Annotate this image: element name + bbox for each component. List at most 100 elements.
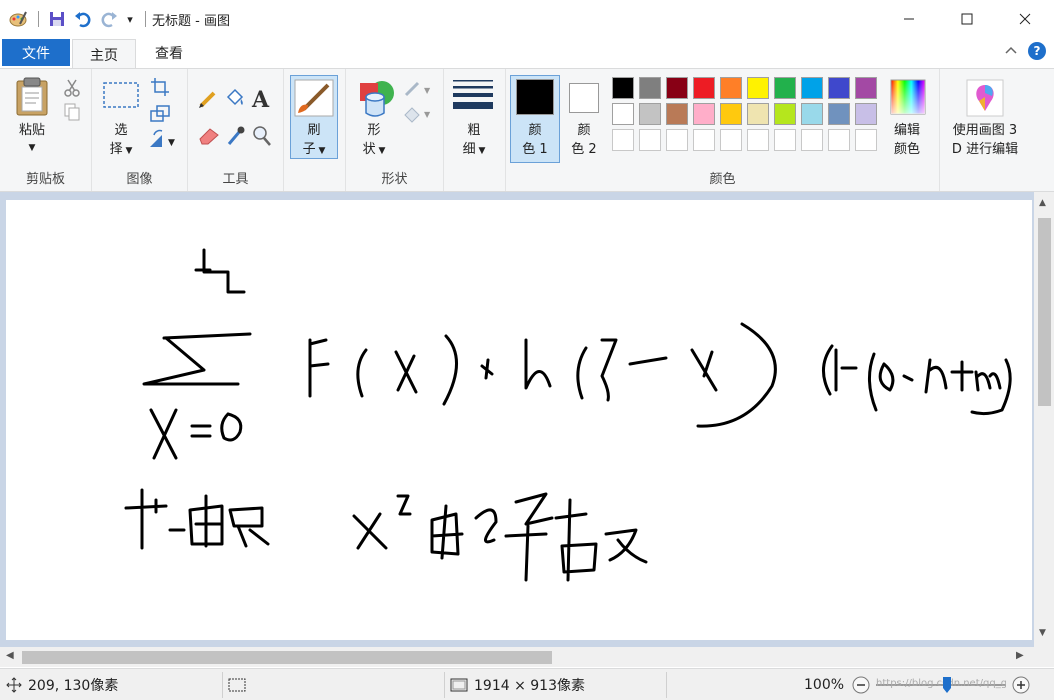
zoom-in-icon[interactable] bbox=[1012, 676, 1030, 694]
drawing-canvas[interactable] bbox=[6, 200, 1032, 640]
palette-color-swatch[interactable] bbox=[801, 103, 823, 125]
scroll-up-icon[interactable]: ▲ bbox=[1039, 198, 1046, 208]
paste-dropdown-icon[interactable]: ▼ bbox=[8, 139, 56, 158]
pencil-icon[interactable] bbox=[198, 89, 218, 113]
color2-label-2[interactable]: 色 2 bbox=[561, 140, 607, 159]
stroke-minus bbox=[628, 356, 668, 366]
horizontal-scrollbar[interactable]: ◀ ▶ bbox=[0, 647, 1034, 667]
rotate-icon[interactable]: ▼ bbox=[148, 129, 178, 153]
palette-color-swatch[interactable] bbox=[828, 103, 850, 125]
scroll-right-icon[interactable]: ▶ bbox=[1016, 650, 1024, 661]
paste-icon[interactable] bbox=[14, 77, 50, 121]
color1-label-1[interactable]: 颜 bbox=[510, 121, 560, 140]
shapes-label-2[interactable]: 状 ▼ bbox=[354, 140, 394, 161]
minimize-button[interactable] bbox=[880, 0, 938, 38]
paint3d-label-1[interactable]: 使用画图 3 bbox=[940, 121, 1030, 140]
brushes-label-1[interactable]: 刷 bbox=[290, 121, 338, 140]
color1-label-2[interactable]: 色 1 bbox=[510, 140, 560, 159]
tab-file[interactable]: 文件 bbox=[2, 39, 70, 66]
paint3d-icon[interactable] bbox=[966, 79, 1004, 121]
edit-colors-label-1[interactable]: 编辑 bbox=[878, 121, 936, 140]
size-icon[interactable] bbox=[452, 79, 494, 117]
color1-swatch[interactable] bbox=[516, 79, 554, 115]
select-button-label-1[interactable]: 选 bbox=[102, 121, 140, 140]
select-button-label-2[interactable]: 择 ▼ bbox=[102, 140, 140, 161]
size-label-1[interactable]: 粗 bbox=[450, 121, 498, 140]
close-button[interactable] bbox=[996, 0, 1054, 38]
zoom-slider[interactable]: https://blog.csdn.net/qq_gyi bbox=[876, 676, 1007, 694]
palette-color-swatch[interactable] bbox=[747, 103, 769, 125]
palette-color-swatch[interactable] bbox=[855, 77, 877, 99]
color2-swatch[interactable] bbox=[569, 83, 599, 113]
palette-color-swatch[interactable] bbox=[666, 103, 688, 125]
cursor-position-section: 209, 130像素 bbox=[6, 669, 118, 700]
undo-icon[interactable] bbox=[71, 7, 95, 31]
shapes-icon[interactable] bbox=[356, 79, 398, 123]
palette-color-swatch[interactable] bbox=[801, 129, 823, 151]
edit-colors-icon[interactable] bbox=[890, 79, 926, 119]
palette-color-swatch[interactable] bbox=[612, 77, 634, 99]
palette-color-swatch[interactable] bbox=[855, 103, 877, 125]
magnifier-icon[interactable] bbox=[252, 125, 272, 151]
cursor-position-text: 209, 130像素 bbox=[28, 678, 119, 694]
stroke-x-3 bbox=[352, 512, 388, 550]
palette-color-swatch[interactable] bbox=[774, 129, 796, 151]
help-icon[interactable]: ? bbox=[1028, 42, 1046, 60]
palette-color-swatch[interactable] bbox=[693, 77, 715, 99]
tab-home[interactable]: 主页 bbox=[72, 39, 136, 69]
eraser-icon[interactable] bbox=[198, 127, 220, 149]
brushes-label-2[interactable]: 子 ▼ bbox=[290, 140, 338, 161]
save-icon[interactable] bbox=[45, 7, 69, 31]
palette-color-swatch[interactable] bbox=[774, 77, 796, 99]
palette-color-swatch[interactable] bbox=[666, 77, 688, 99]
crop-icon[interactable] bbox=[150, 77, 170, 101]
vertical-scroll-thumb[interactable] bbox=[1038, 218, 1051, 406]
fill-shape-icon[interactable]: ▼ bbox=[402, 105, 434, 127]
color-picker-icon[interactable] bbox=[226, 125, 246, 151]
scroll-left-icon[interactable]: ◀ bbox=[6, 650, 14, 661]
palette-color-swatch[interactable] bbox=[801, 77, 823, 99]
customize-quick-access-button[interactable]: ▾ bbox=[123, 7, 137, 31]
palette-color-swatch[interactable] bbox=[720, 129, 742, 151]
paint3d-label-2[interactable]: D 进行编辑 bbox=[940, 140, 1030, 159]
cut-icon[interactable] bbox=[64, 79, 80, 101]
palette-color-swatch[interactable] bbox=[774, 103, 796, 125]
edit-colors-label-2[interactable]: 颜色 bbox=[878, 140, 936, 159]
brush-icon[interactable] bbox=[294, 79, 334, 121]
palette-color-swatch[interactable] bbox=[828, 129, 850, 151]
palette-color-swatch[interactable] bbox=[720, 77, 742, 99]
color2-label-1[interactable]: 颜 bbox=[561, 121, 607, 140]
tab-view[interactable]: 查看 bbox=[140, 39, 198, 66]
paste-button-label[interactable]: 粘贴 bbox=[8, 121, 56, 140]
palette-color-swatch[interactable] bbox=[693, 129, 715, 151]
fill-icon[interactable] bbox=[224, 87, 246, 113]
palette-color-swatch[interactable] bbox=[855, 129, 877, 151]
palette-color-swatch[interactable] bbox=[639, 77, 661, 99]
vertical-scrollbar[interactable]: ▲ ▼ bbox=[1034, 192, 1054, 647]
outline-icon[interactable]: ▼ bbox=[402, 81, 434, 103]
shapes-label-1[interactable]: 形 bbox=[354, 121, 394, 140]
palette-color-swatch[interactable] bbox=[666, 129, 688, 151]
redo-icon[interactable] bbox=[97, 7, 121, 31]
size-label-2[interactable]: 细 ▼ bbox=[450, 140, 498, 161]
zoom-out-icon[interactable] bbox=[852, 676, 870, 694]
palette-color-swatch[interactable] bbox=[828, 77, 850, 99]
palette-color-swatch[interactable] bbox=[747, 129, 769, 151]
collapse-ribbon-icon[interactable] bbox=[1004, 44, 1018, 59]
resize-icon[interactable] bbox=[150, 105, 170, 127]
select-icon[interactable] bbox=[102, 81, 140, 113]
palette-color-swatch[interactable] bbox=[639, 129, 661, 151]
palette-color-swatch[interactable] bbox=[612, 103, 634, 125]
scroll-down-icon[interactable]: ▼ bbox=[1039, 628, 1046, 638]
palette-color-swatch[interactable] bbox=[693, 103, 715, 125]
palette-color-swatch[interactable] bbox=[720, 103, 742, 125]
zoom-slider-thumb[interactable] bbox=[942, 676, 952, 694]
paint-app-icon[interactable] bbox=[6, 7, 30, 31]
horizontal-scroll-thumb[interactable] bbox=[22, 651, 552, 664]
text-icon[interactable]: A bbox=[252, 87, 269, 113]
palette-color-swatch[interactable] bbox=[747, 77, 769, 99]
copy-icon[interactable] bbox=[64, 103, 80, 125]
palette-color-swatch[interactable] bbox=[612, 129, 634, 151]
maximize-button[interactable] bbox=[938, 0, 996, 38]
palette-color-swatch[interactable] bbox=[639, 103, 661, 125]
